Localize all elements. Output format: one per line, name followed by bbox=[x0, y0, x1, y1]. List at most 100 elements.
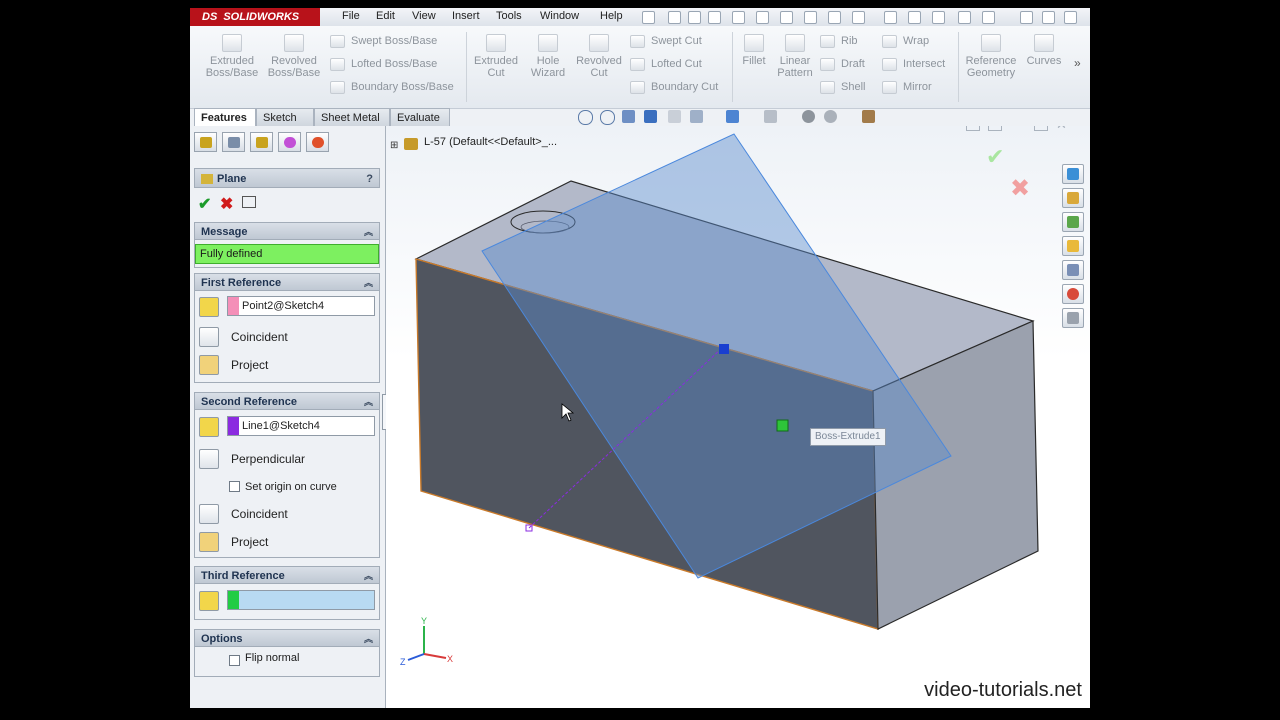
set-origin-on-curve-checkbox[interactable] bbox=[229, 481, 240, 492]
undo-icon[interactable] bbox=[756, 11, 769, 24]
rib-button[interactable]: Rib bbox=[820, 34, 858, 48]
select-icon[interactable] bbox=[780, 11, 793, 24]
coincident-constraint-button[interactable]: Coincident bbox=[199, 503, 379, 525]
solidworks-logo[interactable]: DS SOLIDWORKS bbox=[190, 8, 320, 26]
menu-help[interactable]: Help bbox=[600, 8, 623, 24]
fillet-button[interactable]: Fillet bbox=[736, 34, 772, 67]
view-settings-icon[interactable] bbox=[824, 110, 837, 123]
dimxpert-manager-tab[interactable] bbox=[278, 132, 301, 152]
property-manager-tab[interactable] bbox=[222, 132, 245, 152]
first-reference-field[interactable]: Point2@Sketch4 bbox=[227, 296, 375, 316]
second-reference-field[interactable]: Line1@Sketch4 bbox=[227, 416, 375, 436]
display-manager-tab[interactable] bbox=[306, 132, 329, 152]
draft-button[interactable]: Draft bbox=[820, 57, 865, 71]
curves-button[interactable]: Curves bbox=[1024, 34, 1064, 67]
previous-view-icon[interactable] bbox=[622, 110, 635, 123]
viewport-tile-icon[interactable] bbox=[988, 126, 1002, 131]
help-icon[interactable]: ? bbox=[366, 169, 373, 189]
custom-properties-tab[interactable] bbox=[1062, 308, 1084, 328]
second-reference-header[interactable]: Second Reference ︽ bbox=[194, 392, 380, 410]
swept-boss-base-button[interactable]: Swept Boss/Base bbox=[330, 34, 437, 48]
menu-insert[interactable]: Insert bbox=[452, 8, 480, 24]
coincident-constraint-button[interactable]: Coincident bbox=[199, 326, 379, 348]
pin-icon[interactable] bbox=[642, 11, 655, 24]
tab-evaluate[interactable]: Evaluate bbox=[390, 108, 450, 126]
edit-appearance-icon[interactable] bbox=[764, 110, 777, 123]
revolved-cut-button[interactable]: Revolved Cut bbox=[574, 34, 624, 79]
view-palette-tab[interactable] bbox=[1062, 260, 1084, 280]
extruded-boss-base-button[interactable]: Extruded Boss/Base bbox=[204, 34, 260, 79]
realview-icon[interactable] bbox=[862, 110, 875, 123]
view-orientation-icon[interactable] bbox=[668, 110, 681, 123]
tab-sheet-metal[interactable]: Sheet Metal bbox=[314, 108, 390, 126]
zoom-to-area-icon[interactable] bbox=[600, 110, 615, 125]
reference-geometry-button[interactable]: Reference Geometry bbox=[962, 34, 1020, 79]
viewport-restore-icon[interactable] bbox=[1034, 126, 1048, 131]
task-icon[interactable] bbox=[932, 11, 945, 24]
print-icon[interactable] bbox=[732, 11, 745, 24]
search-tab[interactable] bbox=[1062, 236, 1084, 256]
display-style-icon[interactable] bbox=[690, 110, 703, 123]
intersect-button[interactable]: Intersect bbox=[882, 57, 945, 71]
menu-edit[interactable]: Edit bbox=[376, 8, 395, 24]
cancel-x-icon[interactable]: ✖ bbox=[220, 194, 233, 214]
section-view-icon[interactable] bbox=[644, 110, 657, 123]
menu-view[interactable]: View bbox=[412, 8, 436, 24]
viewport-split-icon[interactable] bbox=[966, 126, 980, 131]
solidworks-resources-tab[interactable] bbox=[1062, 164, 1084, 184]
flip-normal-checkbox[interactable] bbox=[229, 655, 240, 666]
configuration-manager-tab[interactable] bbox=[250, 132, 273, 152]
search-icon[interactable] bbox=[884, 11, 897, 24]
options-header[interactable]: Options ︽ bbox=[194, 629, 380, 647]
feature-manager-tab[interactable] bbox=[194, 132, 217, 152]
save-icon[interactable] bbox=[708, 11, 721, 24]
minimize-icon[interactable] bbox=[1020, 11, 1033, 24]
plane-origin-handle[interactable] bbox=[776, 419, 789, 432]
tab-sketch[interactable]: Sketch bbox=[256, 108, 314, 126]
question-icon[interactable] bbox=[982, 11, 995, 24]
revolved-boss-base-button[interactable]: Revolved Boss/Base bbox=[266, 34, 322, 79]
project-constraint-button[interactable]: Project bbox=[199, 531, 379, 553]
sketch-point-handle[interactable] bbox=[719, 344, 729, 354]
menu-file[interactable]: File bbox=[342, 8, 360, 24]
graphics-area[interactable]: ⊞ L-57 (Default<<Default>_... Y X Z Boss… bbox=[386, 126, 1090, 708]
wrap-button[interactable]: Wrap bbox=[882, 34, 929, 48]
restore-icon[interactable] bbox=[1042, 11, 1055, 24]
help-icon[interactable] bbox=[908, 11, 921, 24]
menu-window[interactable]: Window bbox=[540, 8, 579, 24]
swept-cut-button[interactable]: Swept Cut bbox=[630, 34, 702, 48]
mirror-button[interactable]: Mirror bbox=[882, 80, 932, 94]
project-constraint-button[interactable]: Project bbox=[199, 354, 379, 376]
rebuild-icon[interactable] bbox=[804, 11, 817, 24]
perpendicular-constraint-button[interactable]: Perpendicular bbox=[199, 448, 379, 470]
first-reference-header[interactable]: First Reference ︽ bbox=[194, 273, 380, 291]
file-properties-icon[interactable] bbox=[828, 11, 841, 24]
hole-wizard-button[interactable]: Hole Wizard bbox=[522, 34, 574, 79]
more-tools-chevron-icon[interactable]: » bbox=[1074, 56, 1081, 70]
lofted-cut-button[interactable]: Lofted Cut bbox=[630, 57, 702, 71]
third-reference-field[interactable] bbox=[227, 590, 375, 610]
model-view[interactable]: Y X Z bbox=[386, 126, 1090, 708]
lofted-boss-base-button[interactable]: Lofted Boss/Base bbox=[330, 57, 437, 71]
linear-pattern-button[interactable]: Linear Pattern bbox=[774, 34, 816, 79]
new-icon[interactable] bbox=[668, 11, 681, 24]
apply-scene-icon[interactable] bbox=[802, 110, 815, 123]
message-header[interactable]: Message ︽ bbox=[194, 222, 380, 240]
extruded-cut-button[interactable]: Extruded Cut bbox=[470, 34, 522, 79]
open-icon[interactable] bbox=[688, 11, 701, 24]
close-icon[interactable] bbox=[1064, 11, 1077, 24]
design-library-tab[interactable] bbox=[1062, 188, 1084, 208]
viewport-close-icon[interactable]: ✕ bbox=[1056, 126, 1067, 133]
options-icon[interactable] bbox=[852, 11, 865, 24]
keep-visible-pin-icon[interactable] bbox=[242, 196, 256, 208]
boundary-boss-base-button[interactable]: Boundary Boss/Base bbox=[330, 80, 454, 94]
hide-show-items-icon[interactable] bbox=[726, 110, 739, 123]
boundary-cut-button[interactable]: Boundary Cut bbox=[630, 80, 718, 94]
confirm-cancel-x-icon[interactable]: ✖ bbox=[1010, 174, 1030, 203]
file-explorer-tab[interactable] bbox=[1062, 212, 1084, 232]
shell-button[interactable]: Shell bbox=[820, 80, 865, 94]
third-reference-header[interactable]: Third Reference ︽ bbox=[194, 566, 380, 584]
ok-check-icon[interactable]: ✔ bbox=[198, 194, 211, 214]
zoom-to-fit-icon[interactable] bbox=[578, 110, 593, 125]
confirm-ok-check-icon[interactable]: ✔ bbox=[986, 144, 1004, 170]
